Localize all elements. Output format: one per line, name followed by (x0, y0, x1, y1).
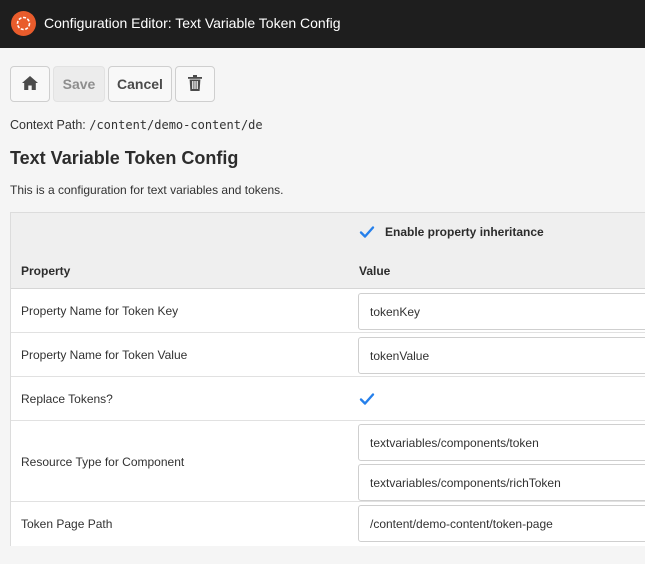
table-row: Replace Tokens? (11, 377, 645, 421)
column-header-property: Property (21, 264, 71, 278)
context-path: Context Path: /content/demo-content/de (10, 118, 263, 132)
home-icon (21, 75, 39, 94)
token-page-path-input[interactable]: /content/demo-content/token-page (358, 505, 645, 542)
property-name: Token Page Path (21, 517, 113, 531)
delete-button[interactable] (175, 66, 215, 102)
resource-type-input-2[interactable]: textvariables/components/richToken (358, 464, 645, 501)
token-value-input[interactable]: tokenValue (358, 337, 645, 374)
inheritance-toggle[interactable]: Enable property inheritance (359, 224, 544, 240)
resource-type-input-1[interactable]: textvariables/components/token (358, 424, 645, 461)
table-row: Resource Type for Component textvariable… (11, 421, 645, 502)
context-path-label: Context Path: (10, 118, 86, 132)
inheritance-label: Enable property inheritance (385, 225, 544, 239)
property-name: Property Name for Token Key (21, 304, 179, 318)
trash-icon (188, 74, 202, 94)
save-button[interactable]: Save (53, 66, 105, 102)
table-row: Property Name for Token Key tokenKey (11, 289, 645, 333)
inheritance-checkbox[interactable] (359, 224, 375, 240)
app-title: Configuration Editor: Text Variable Toke… (44, 15, 341, 31)
page-description: This is a configuration for text variabl… (10, 183, 284, 197)
app-header: Configuration Editor: Text Variable Toke… (0, 0, 645, 48)
cancel-button[interactable]: Cancel (108, 66, 172, 102)
properties-table: Enable property inheritance Property Val… (10, 212, 645, 546)
token-key-input[interactable]: tokenKey (358, 293, 645, 330)
table-row: Token Page Path /content/demo-content/to… (11, 502, 645, 546)
property-name: Property Name for Token Value (21, 348, 188, 362)
replace-tokens-checkbox[interactable] (359, 391, 375, 407)
aem-logo-icon[interactable] (11, 11, 36, 36)
table-row: Property Name for Token Value tokenValue (11, 333, 645, 377)
property-name: Resource Type for Component (21, 455, 185, 469)
property-name: Replace Tokens? (21, 392, 113, 406)
context-path-value: /content/demo-content/de (89, 118, 263, 132)
page-title: Text Variable Token Config (10, 148, 239, 168)
home-button[interactable] (10, 66, 50, 102)
column-header-value: Value (359, 264, 391, 278)
table-header: Enable property inheritance Property Val… (11, 213, 645, 289)
